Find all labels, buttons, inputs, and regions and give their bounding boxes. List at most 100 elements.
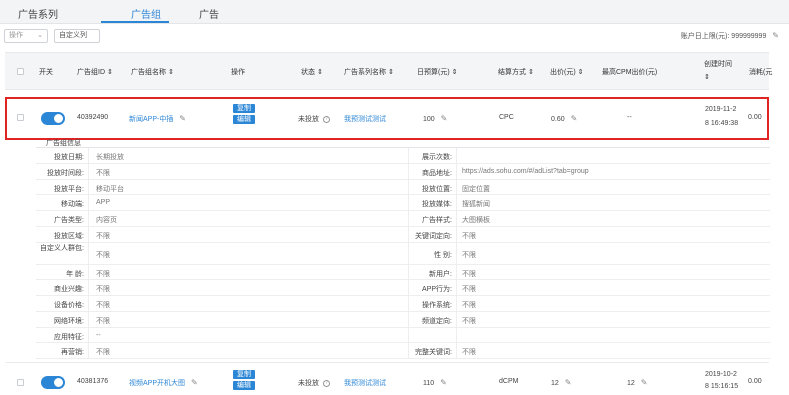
col-campaign-name[interactable]: 广告系列名称 ⇕ <box>344 67 394 77</box>
col-bid-type[interactable]: 结算方式 ⇕ <box>498 67 534 77</box>
edit-pencil-icon[interactable]: ✎ <box>571 114 578 123</box>
detail-value: https://ads.sohu.com/#/adList?tab=group <box>462 167 589 175</box>
row-switch-toggle[interactable] <box>41 376 65 389</box>
row-group-name-link[interactable]: 新闻APP-中插 <box>129 116 173 123</box>
select-all-checkbox[interactable] <box>17 68 24 75</box>
chevron-down-icon: ⌄ <box>37 32 43 39</box>
detail-value: 不限 <box>462 251 476 259</box>
detail-value: 长期投放 <box>96 154 124 161</box>
row-bid-type: dCPM <box>499 378 519 385</box>
detail-value: 不限 <box>462 286 476 294</box>
row-max-cpm: -- <box>627 114 632 121</box>
row-created-time: 8 15:16:15 <box>705 383 739 390</box>
col-daily-budget[interactable]: 日预算(元) ⇕ <box>417 67 457 77</box>
detail-label: 广告类型: <box>54 217 84 224</box>
detail-grid: 投放日期: 长期投放 展示次数: 投放时间段: 不限 商品地址: https:/… <box>36 147 770 359</box>
daily-limit-text: 账户日上限(元): 999999999 <box>680 33 767 40</box>
row-max-cpm: 12 <box>627 380 635 387</box>
tab-ad-groups[interactable]: 广告组 <box>131 6 161 21</box>
col-operation: 操作 <box>231 69 245 76</box>
custom-columns-button[interactable]: 自定义列 <box>54 29 100 43</box>
detail-value: 不限 <box>96 251 110 259</box>
detail-label: 投放日期: <box>54 154 84 161</box>
detail-label: 频道定向: <box>422 317 452 325</box>
table-row: 40392490 新闻APP-中插 ✎ 复制 编辑 未投放 ? 我预测试测试 1… <box>5 97 769 140</box>
row-bid: 12 <box>551 380 559 387</box>
row-budget: 100 <box>423 116 435 123</box>
detail-label: 再营销: <box>61 349 84 357</box>
edit-pencil-icon[interactable]: ✎ <box>441 114 448 123</box>
tab-ads[interactable]: 广告 <box>199 6 219 21</box>
detail-label: 新用户: <box>429 270 452 278</box>
edit-pencil-icon[interactable]: ✎ <box>440 378 447 387</box>
detail-value: 不限 <box>96 286 110 294</box>
row-bid-type: CPC <box>499 114 514 121</box>
row-cost: 0.00 <box>748 378 762 385</box>
table-row: 40381376 视频APP开机大图 ✎ 复制 编辑 未投放 ? 我预测试测试 … <box>5 362 769 395</box>
help-icon[interactable]: ? <box>322 379 330 387</box>
row-checkbox[interactable] <box>17 379 24 386</box>
detail-label: 投放时间段: <box>47 169 84 177</box>
edit-pencil-icon[interactable]: ✎ <box>772 31 779 40</box>
row-created-time: 8 16:49:38 <box>705 120 739 127</box>
help-icon[interactable]: ? <box>322 115 330 123</box>
row-created-date: 2019-11-2 <box>705 106 737 113</box>
detail-label: 性 别: <box>434 251 452 259</box>
detail-value: 不限 <box>462 317 476 325</box>
detail-label: 投放平台: <box>54 185 84 193</box>
detail-value: 不限 <box>96 302 110 309</box>
row-campaign-link[interactable]: 我预测试测试 <box>344 378 386 388</box>
detail-label: 关键词定向: <box>415 232 452 240</box>
col-bid[interactable]: 出价(元) ⇕ <box>550 67 583 77</box>
row-group-id: 40392490 <box>77 114 109 121</box>
row-group-id: 40381376 <box>77 378 109 385</box>
detail-value: 不限 <box>96 349 110 357</box>
daily-limit-info: 账户日上限(元): 999999999 ✎ <box>681 31 779 41</box>
copy-button[interactable]: 复制 <box>233 370 255 379</box>
detail-label: 投放区域: <box>54 232 84 240</box>
toolbar: 操作 ⌄ 自定义列 账户日上限(元): 999999999 ✎ <box>0 29 789 45</box>
detail-label: 投放媒体: <box>422 201 452 209</box>
col-max-cpm: 最高CPM出价(元) <box>602 69 658 76</box>
col-status[interactable]: 状态 ⇕ <box>301 67 323 77</box>
detail-label: 应用特征: <box>54 333 84 341</box>
detail-label: 移动端: <box>61 201 84 209</box>
detail-value: 不限 <box>96 317 110 325</box>
detail-label: 自定义人群包: <box>40 244 84 252</box>
detail-label: 年 龄: <box>66 270 84 278</box>
edit-button[interactable]: 编辑 <box>233 115 255 124</box>
row-group-name-link[interactable]: 视频APP开机大图 <box>129 380 185 387</box>
ad-group-detail-panel: 广告组信息 投放日期: 长期投放 展示次数: 投放时间段: 不限 商品地址: h… <box>36 136 770 359</box>
detail-value: 不限 <box>462 302 476 309</box>
row-created-date: 2019-10-2 <box>705 371 737 378</box>
col-cost[interactable]: 消耗(元 <box>749 67 772 77</box>
col-group-name[interactable]: 广告组名称 ⇕ <box>131 67 174 77</box>
col-switch: 开关 <box>39 69 53 76</box>
detail-value: 移动平台 <box>96 185 124 193</box>
col-created-sort[interactable]: ⇕ <box>704 73 710 81</box>
row-checkbox[interactable] <box>17 114 24 121</box>
edit-pencil-icon[interactable]: ✎ <box>565 378 572 387</box>
edit-pencil-icon[interactable]: ✎ <box>191 378 198 387</box>
row-status: 未投放 <box>298 380 319 387</box>
detail-value: 内容页 <box>96 217 117 224</box>
row-campaign-link[interactable]: 我预测试测试 <box>344 114 386 124</box>
copy-button[interactable]: 复制 <box>233 104 255 113</box>
action-dropdown[interactable]: 操作 ⌄ <box>4 29 48 43</box>
row-budget: 110 <box>423 380 435 387</box>
edit-pencil-icon[interactable]: ✎ <box>179 114 186 123</box>
detail-label: 设备价格: <box>54 302 84 309</box>
edit-pencil-icon[interactable]: ✎ <box>641 378 648 387</box>
edit-button[interactable]: 编辑 <box>233 381 255 390</box>
col-group-id[interactable]: 广告组ID ⇕ <box>77 67 113 77</box>
table-header: 开关 广告组ID ⇕ 广告组名称 ⇕ 操作 状态 ⇕ 广告系列名称 ⇕ 日预算(… <box>5 52 772 90</box>
detail-value: 不限 <box>462 270 476 278</box>
detail-value: -- <box>96 331 101 339</box>
action-dropdown-label: 操作 <box>9 32 23 39</box>
detail-value: 大图横板 <box>462 217 490 224</box>
col-created-time[interactable]: 创建时间 <box>704 59 732 69</box>
detail-label: 完整关键词: <box>415 349 452 357</box>
tab-campaigns[interactable]: 广告系列 <box>18 6 58 21</box>
row-switch-toggle[interactable] <box>41 112 65 125</box>
detail-label: 商业兴趣: <box>54 286 84 294</box>
